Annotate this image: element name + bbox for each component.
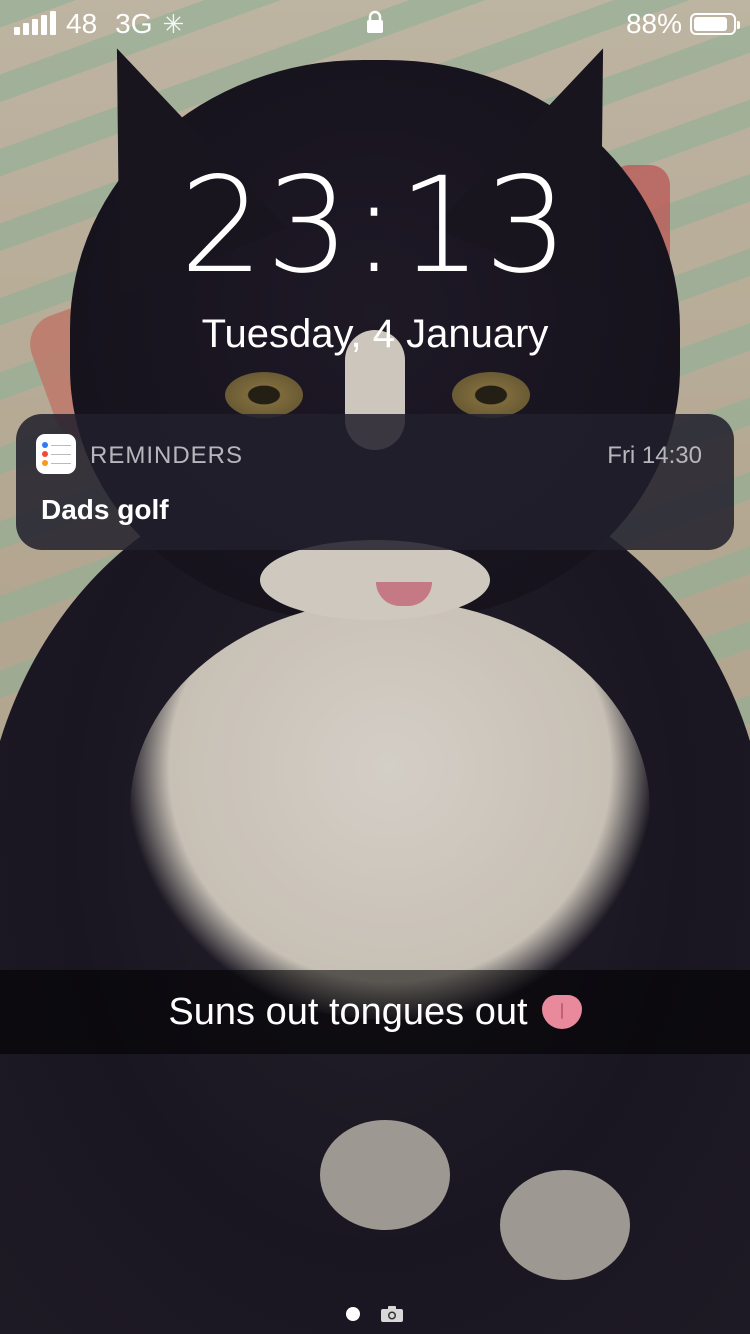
battery-icon: [690, 13, 740, 35]
page-indicators: [0, 1302, 750, 1326]
battery-fill: [694, 17, 728, 31]
caption-text: Suns out tongues out: [168, 990, 528, 1033]
notification-time: Fri 14:30: [607, 442, 702, 469]
status-bar: 48 3G ✳ 88%: [0, 0, 750, 48]
page-dot[interactable]: [346, 1307, 360, 1321]
battery-percent: 88%: [625, 8, 682, 39]
notification-app-name: REMINDERS: [90, 442, 244, 469]
notification-title: Dads golf: [41, 494, 169, 525]
signal-icon: [14, 11, 56, 35]
reminder-notification[interactable]: REMINDERS Fri 14:30 Dads golf: [16, 414, 734, 550]
camera-icon[interactable]: [380, 1305, 404, 1323]
lock-screen-time: 23:13: [179, 149, 571, 303]
reminders-app-icon: [36, 434, 76, 474]
lock-icon: [367, 10, 383, 33]
tongue-emoji: [541, 995, 582, 1029]
activity-spinner-icon: ✳: [162, 8, 185, 39]
network-type: 3G: [115, 8, 153, 39]
photo-caption: Suns out tongues out: [0, 970, 750, 1054]
status-left: 48 3G ✳: [0, 8, 184, 40]
lock-screen-date: Tuesday, 4 January: [201, 312, 549, 356]
carrier-label: 48: [66, 8, 98, 39]
status-right: 88%: [626, 8, 750, 40]
